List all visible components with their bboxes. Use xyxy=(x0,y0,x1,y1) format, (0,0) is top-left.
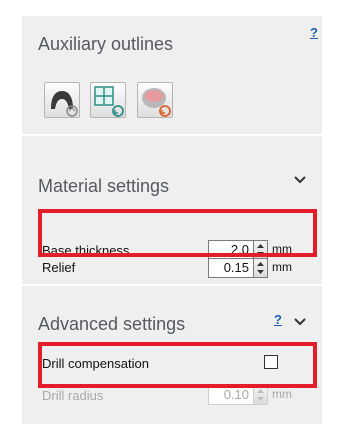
grid-outline-icon xyxy=(94,86,124,117)
material-settings-section: Material settings Base thickness 2.0 mm xyxy=(22,136,322,276)
spin-arrows-icon xyxy=(257,244,264,256)
base-thickness-value[interactable]: 2.0 xyxy=(208,240,254,260)
drill-radius-unit: mm xyxy=(272,387,292,401)
material-settings-title: Material settings xyxy=(38,176,170,196)
advanced-help-link[interactable]: ? xyxy=(274,312,282,327)
base-thickness-arrows[interactable] xyxy=(254,240,268,260)
relief-stepper[interactable]: 0.15 mm xyxy=(208,258,294,278)
spin-arrows-icon xyxy=(257,389,264,401)
jaw-outline-icon xyxy=(51,91,78,117)
base-thickness-stepper[interactable]: 2.0 mm xyxy=(208,240,294,260)
drill-compensation-checkbox[interactable] xyxy=(264,355,278,369)
settings-panel: Auxiliary outlines ? Material settings B… xyxy=(22,16,322,424)
grid-outline-button[interactable] xyxy=(90,82,126,118)
advanced-settings-title: Advanced settings xyxy=(38,314,186,334)
auxiliary-outlines-title: Auxiliary outlines xyxy=(38,34,174,54)
auxiliary-outlines-section: Auxiliary outlines ? xyxy=(22,16,322,134)
disc-outline-button[interactable] xyxy=(137,82,173,118)
drill-compensation-label: Drill compensation xyxy=(42,356,149,371)
jaw-outline-button[interactable] xyxy=(44,82,80,118)
relief-unit: mm xyxy=(272,260,292,274)
disc-outline-icon xyxy=(142,88,171,117)
spin-arrows-icon xyxy=(257,262,264,274)
drill-radius-value[interactable]: 0.10 xyxy=(208,385,254,405)
advanced-settings-section: Advanced settings ? Drill compensation D… xyxy=(22,286,322,424)
drill-radius-stepper[interactable]: 0.10 mm xyxy=(208,385,294,405)
drill-radius-label: Drill radius xyxy=(42,388,104,403)
chevron-down-icon[interactable] xyxy=(292,172,308,188)
relief-arrows[interactable] xyxy=(254,258,268,278)
relief-label: Relief xyxy=(42,260,76,275)
base-thickness-label: Base thickness xyxy=(42,243,130,258)
relief-value[interactable]: 0.15 xyxy=(208,258,254,278)
auxiliary-help-link[interactable]: ? xyxy=(310,25,318,40)
drill-radius-arrows[interactable] xyxy=(254,385,268,405)
chevron-down-icon[interactable] xyxy=(292,314,308,330)
base-thickness-unit: mm xyxy=(272,242,292,256)
